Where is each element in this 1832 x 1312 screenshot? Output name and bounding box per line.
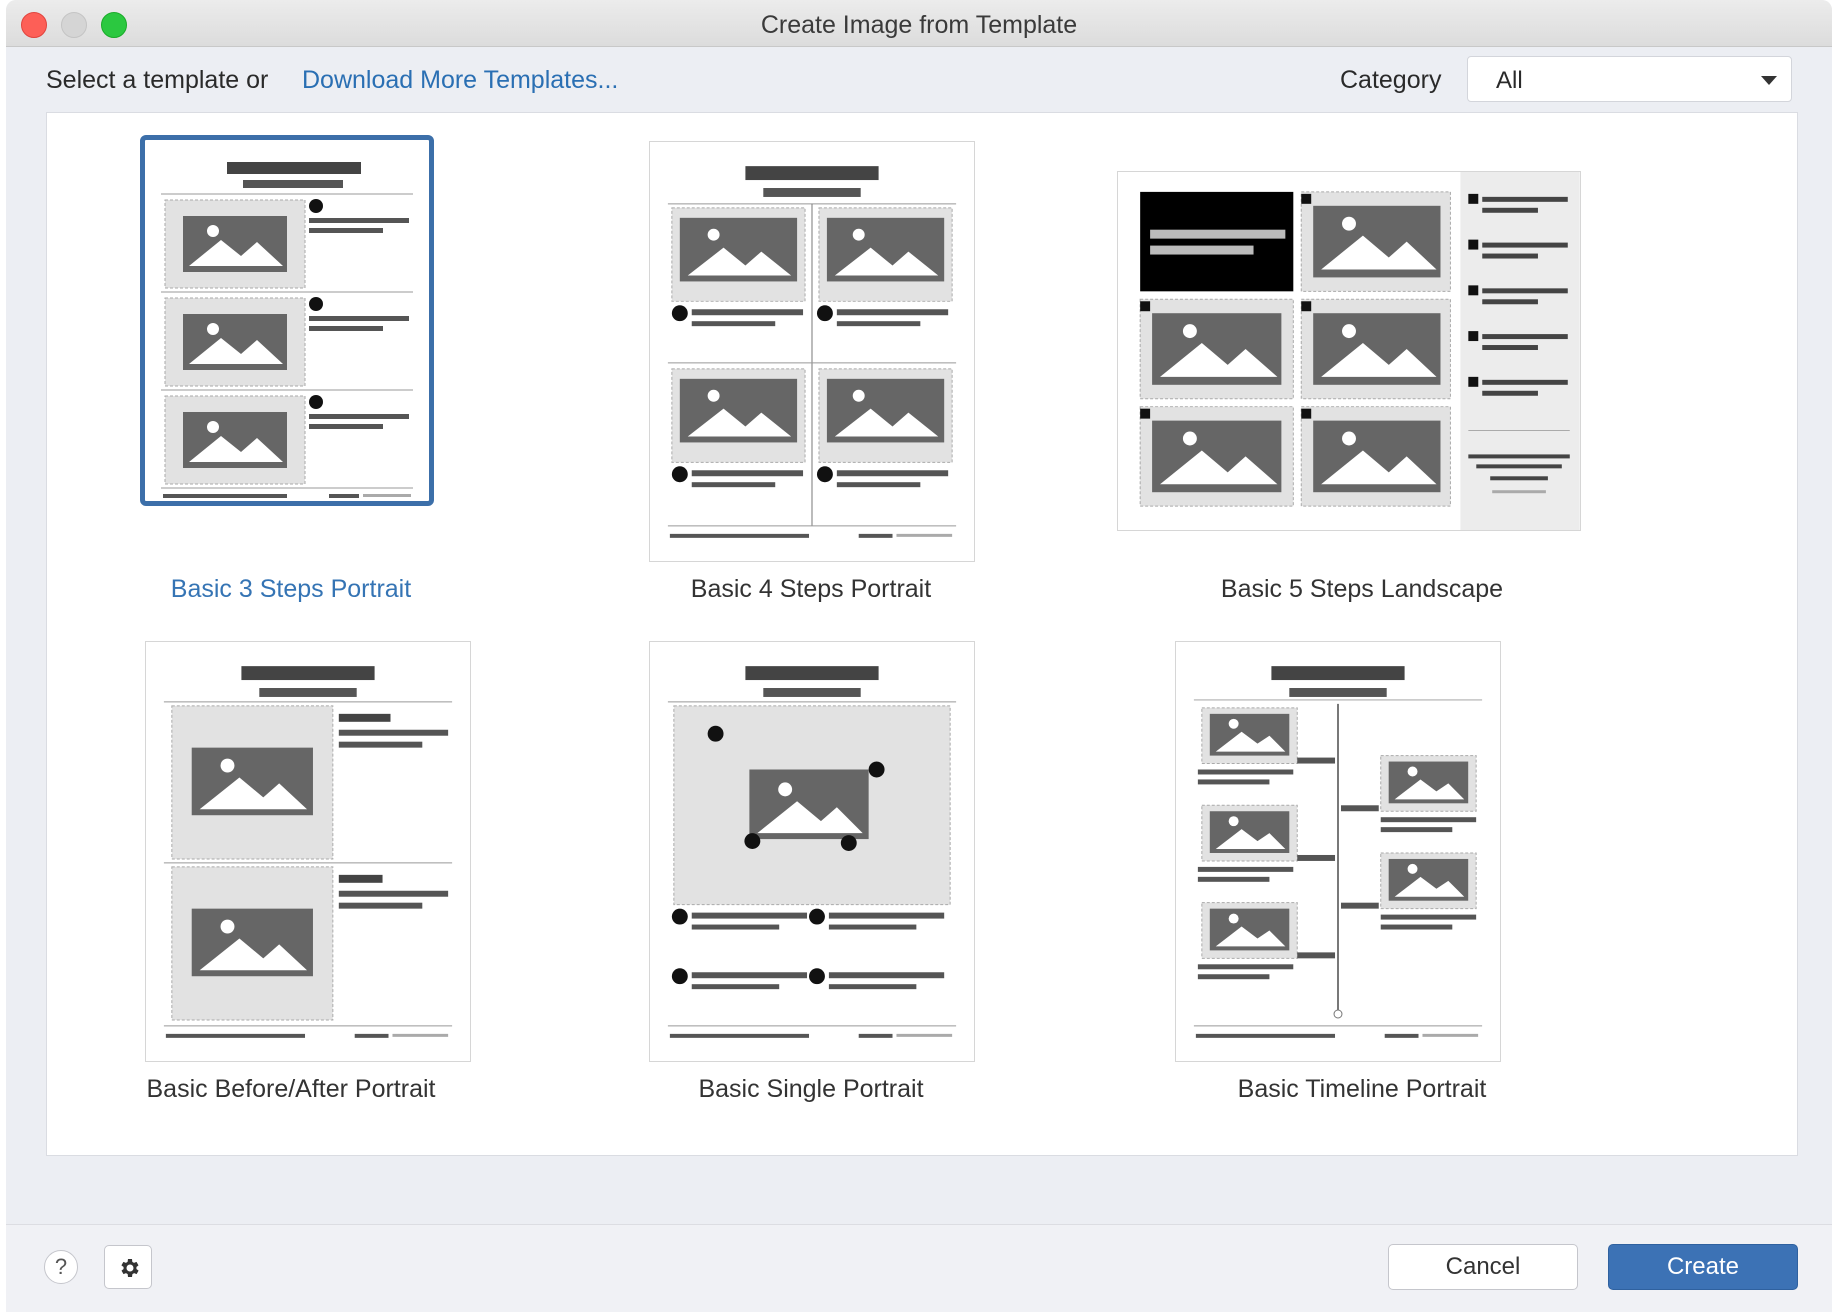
create-button[interactable]: Create	[1608, 1244, 1798, 1290]
settings-button[interactable]	[104, 1245, 152, 1289]
template-thumbnail	[649, 141, 975, 562]
template-tile-basic-4-steps-portrait[interactable]: Basic 4 Steps Portrait	[601, 113, 975, 603]
window-title: Create Image from Template	[760, 11, 1078, 39]
template-tile-basic-3-steps-portrait[interactable]: Basic 3 Steps Portrait	[131, 113, 451, 603]
template-name: Basic Timeline Portrait	[1237, 1075, 1487, 1103]
cancel-button[interactable]: Cancel	[1388, 1244, 1578, 1290]
chevron-down-icon	[1761, 76, 1777, 85]
template-preview-4-steps	[667, 166, 957, 538]
template-preview-5-steps	[1139, 172, 1580, 530]
template-name: Basic 3 Steps Portrait	[170, 575, 412, 603]
dialog-window: Create Image from Template Select a temp…	[6, 0, 1832, 1312]
template-thumbnail	[649, 641, 975, 1062]
template-thumbnail	[1117, 171, 1581, 531]
help-button[interactable]: ?	[44, 1250, 78, 1284]
template-thumbnail	[1175, 641, 1501, 1062]
category-select-value: All	[1496, 67, 1523, 94]
template-prompt: Select a template or	[46, 66, 269, 94]
download-more-templates-link[interactable]: Download More Templates...	[302, 66, 618, 95]
title-bar: Create Image from Template	[6, 0, 1832, 47]
category-label: Category	[1340, 66, 1442, 94]
template-name: Basic 4 Steps Portrait	[690, 575, 932, 603]
template-thumbnail	[145, 641, 471, 1062]
category-select[interactable]: All	[1467, 56, 1792, 102]
template-name: Basic Single Portrait	[698, 1075, 924, 1103]
gear-icon	[121, 1259, 139, 1277]
template-preview-3-steps	[161, 162, 413, 498]
template-thumbnail	[140, 135, 434, 506]
template-name: Basic 5 Steps Landscape	[1220, 575, 1504, 603]
template-gallery: Basic 3 Steps Portrait Basic 4 Steps Por…	[46, 112, 1798, 1156]
template-preview-timeline	[1193, 666, 1483, 1038]
template-name: Basic Before/After Portrait	[146, 1075, 436, 1103]
template-tile-basic-single-portrait[interactable]: Basic Single Portrait	[601, 613, 975, 1103]
template-preview-before-after	[163, 666, 453, 1038]
template-tile-basic-5-steps-landscape[interactable]: Basic 5 Steps Landscape	[1087, 113, 1587, 603]
template-preview-single	[667, 666, 957, 1038]
template-tile-basic-before-after-portrait[interactable]: Basic Before/After Portrait	[131, 613, 471, 1103]
template-tile-basic-timeline-portrait[interactable]: Basic Timeline Portrait	[1087, 613, 1587, 1103]
